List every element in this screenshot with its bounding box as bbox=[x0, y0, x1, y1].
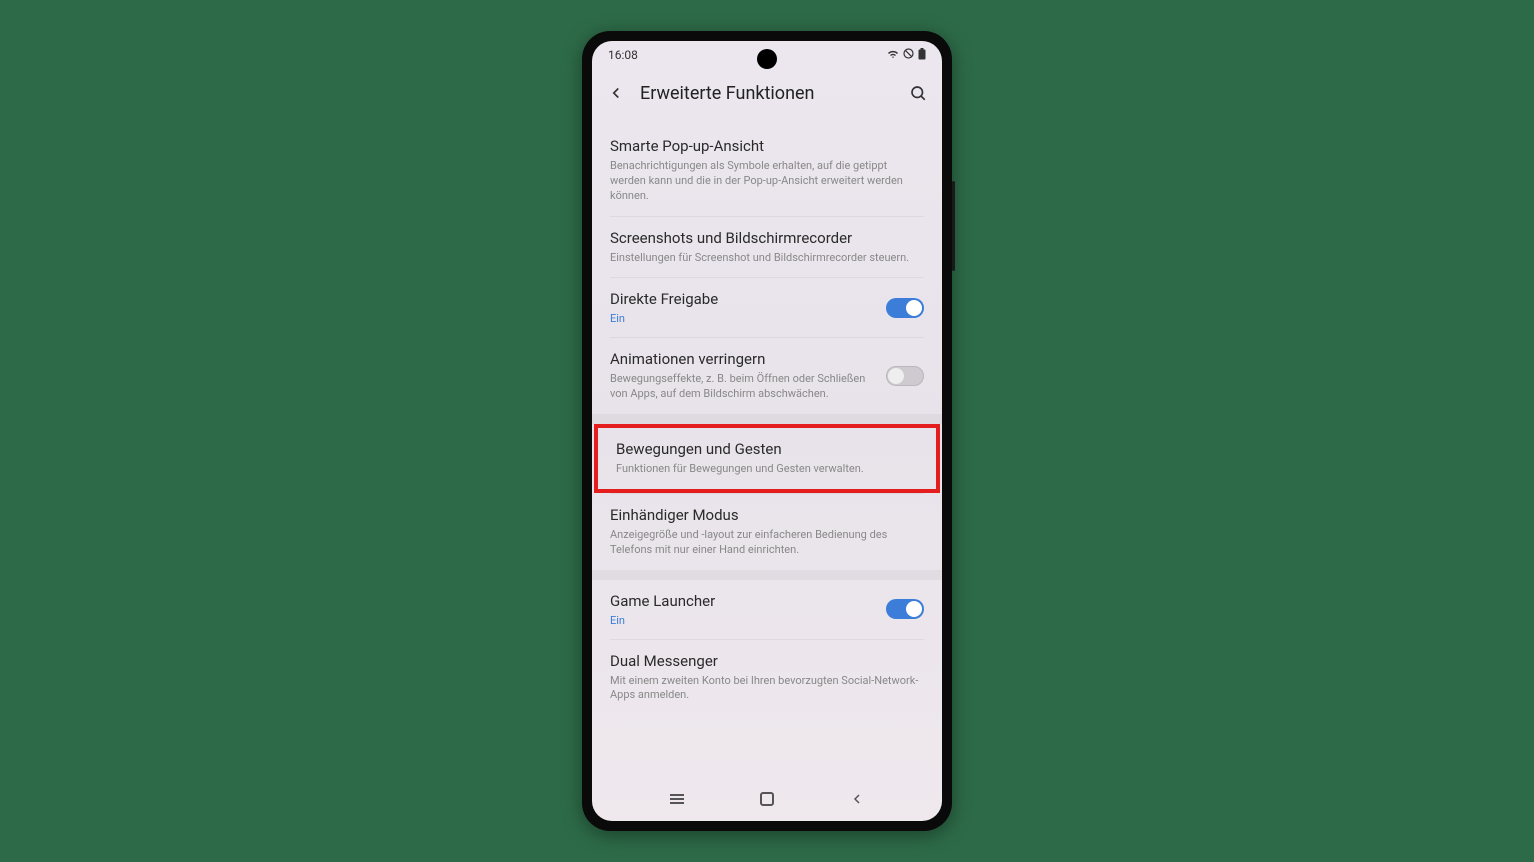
setting-smart-popup[interactable]: Smarte Pop-up-Ansicht Benachrichtigungen… bbox=[592, 125, 942, 216]
setting-game-launcher[interactable]: Game Launcher Ein bbox=[592, 580, 942, 639]
highlight-annotation: Bewegungen und Gesten Funktionen für Bew… bbox=[594, 424, 940, 493]
page-title: Erweiterte Funktionen bbox=[640, 83, 894, 104]
app-bar: Erweiterte Funktionen bbox=[592, 69, 942, 117]
setting-title: Bewegungen und Gesten bbox=[616, 440, 918, 458]
toggle-reduce-animations[interactable] bbox=[886, 366, 924, 386]
nav-back-button[interactable] bbox=[843, 785, 871, 813]
setting-reduce-animations[interactable]: Animationen verringern Bewegungseffekte,… bbox=[592, 338, 942, 414]
setting-status: Ein bbox=[610, 614, 876, 627]
toggle-direct-share[interactable] bbox=[886, 298, 924, 318]
toggle-game-launcher[interactable] bbox=[886, 599, 924, 619]
setting-title: Smarte Pop-up-Ansicht bbox=[610, 137, 924, 155]
section-gap bbox=[592, 414, 942, 424]
setting-screenshots-recorder[interactable]: Screenshots und Bildschirmrecorder Einst… bbox=[592, 217, 942, 278]
setting-desc: Bewegungseffekte, z. B. beim Öffnen oder… bbox=[610, 372, 876, 402]
setting-title: Direkte Freigabe bbox=[610, 290, 876, 308]
setting-title: Screenshots und Bildschirmrecorder bbox=[610, 229, 924, 247]
status-time: 16:08 bbox=[608, 48, 638, 62]
setting-desc: Benachrichtigungen als Symbole erhalten,… bbox=[610, 159, 924, 204]
setting-title: Game Launcher bbox=[610, 592, 876, 610]
phone-side-button bbox=[952, 181, 955, 271]
setting-one-handed-mode[interactable]: Einhändiger Modus Anzeigegröße und -layo… bbox=[592, 494, 942, 570]
search-button[interactable] bbox=[906, 81, 930, 105]
setting-desc: Mit einem zweiten Konto bei Ihren bevorz… bbox=[610, 674, 924, 704]
setting-title: Einhändiger Modus bbox=[610, 506, 924, 524]
status-icons bbox=[887, 48, 926, 63]
back-button[interactable] bbox=[604, 81, 628, 105]
wifi-icon bbox=[887, 49, 899, 62]
setting-title: Dual Messenger bbox=[610, 652, 924, 670]
setting-motions-gestures[interactable]: Bewegungen und Gesten Funktionen für Bew… bbox=[598, 428, 936, 489]
setting-dual-messenger[interactable]: Dual Messenger Mit einem zweiten Konto b… bbox=[592, 640, 942, 716]
setting-desc: Einstellungen für Screenshot und Bildsch… bbox=[610, 251, 924, 266]
phone-screen: 16:08 Erweiterte Funktionen bbox=[592, 41, 942, 821]
setting-desc: Anzeigegröße und -layout zur einfacheren… bbox=[610, 528, 924, 558]
camera-notch bbox=[757, 49, 777, 69]
nav-recents-button[interactable] bbox=[663, 785, 691, 813]
setting-direct-share[interactable]: Direkte Freigabe Ein bbox=[592, 278, 942, 337]
battery-icon bbox=[918, 48, 926, 63]
phone-device-frame: 16:08 Erweiterte Funktionen bbox=[582, 31, 952, 831]
dnd-icon bbox=[903, 48, 914, 62]
setting-desc: Funktionen für Bewegungen und Gesten ver… bbox=[616, 462, 918, 477]
setting-status: Ein bbox=[610, 312, 876, 325]
setting-title: Animationen verringern bbox=[610, 350, 876, 368]
section-gap bbox=[592, 570, 942, 580]
settings-list[interactable]: Smarte Pop-up-Ansicht Benachrichtigungen… bbox=[592, 117, 942, 777]
nav-home-button[interactable] bbox=[753, 785, 781, 813]
navigation-bar bbox=[592, 777, 942, 821]
